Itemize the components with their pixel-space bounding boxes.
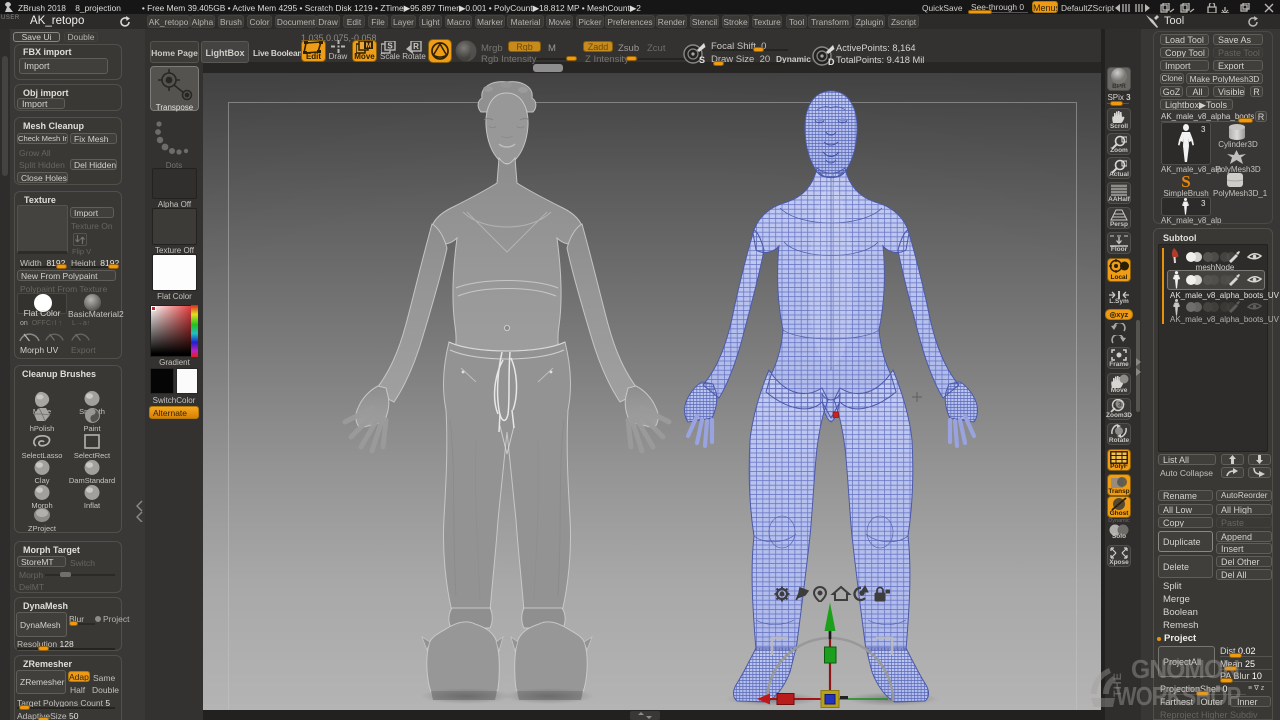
svg-text:M: M [366, 43, 372, 50]
svg-text:R: R [413, 42, 419, 51]
svg-text:D: D [828, 57, 835, 67]
svg-text:S: S [699, 55, 705, 65]
svg-text:S: S [387, 42, 393, 51]
